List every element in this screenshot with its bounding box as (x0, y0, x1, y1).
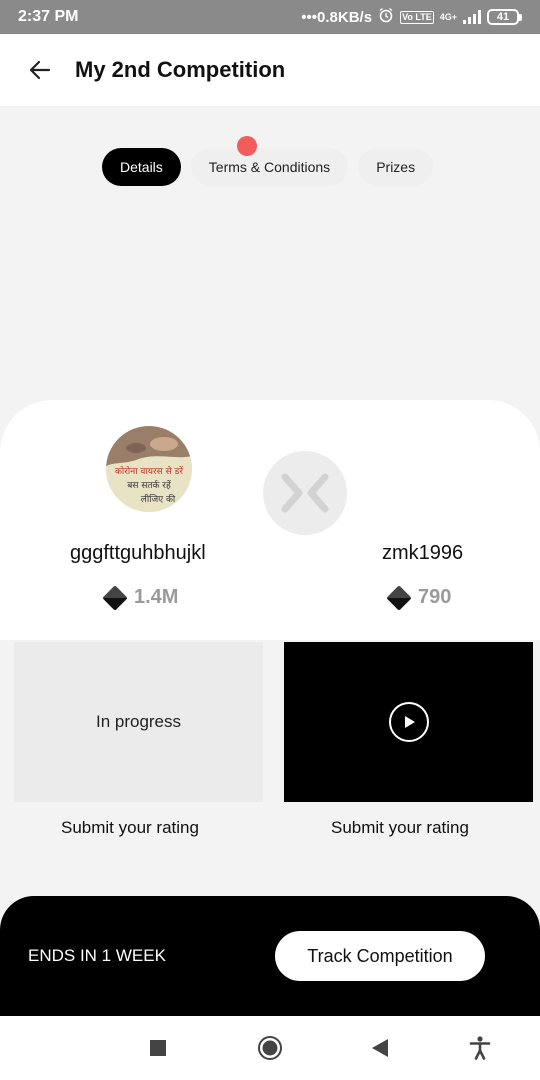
app-header: My 2nd Competition (0, 34, 540, 106)
notification-dot (237, 136, 257, 156)
competitor-right-name: zmk1996 (382, 542, 464, 564)
score-value: 1.4M (134, 586, 179, 608)
diamond-icon (386, 584, 412, 611)
status-bar: 2:37 PM •••0.8KB/s Vo LTE 4G+ 41 (0, 0, 540, 34)
tab-terms-conditions[interactable]: Terms & Conditions (190, 148, 349, 186)
competitor-right-score: 790 (386, 584, 452, 611)
status-icons: •••0.8KB/s Vo LTE 4G+ 41 (301, 7, 522, 27)
battery-level: 41 (487, 9, 519, 25)
competitors-card (0, 400, 540, 640)
signal-icon (463, 10, 481, 24)
battery-icon: 41 (487, 9, 522, 25)
submit-rating-right[interactable]: Submit your rating (331, 818, 469, 838)
tab-prizes[interactable]: Prizes (358, 148, 434, 186)
avatar-text-line-2: बस सतर्क रहें (127, 479, 171, 491)
avatar-text-line-1: कोरोना वायरस से डरें (115, 465, 183, 477)
diamond-icon (102, 584, 128, 611)
network-speed: •••0.8KB/s (301, 8, 373, 26)
status-time: 2:37 PM (18, 8, 79, 25)
tab-bar: Details Terms & Conditions Prizes (102, 148, 434, 186)
back-triangle-icon[interactable] (366, 1034, 394, 1062)
avatar-text-line-3: लीजिए की (141, 493, 176, 505)
competitor-left-name: gggfttguhbhujkl (70, 542, 206, 564)
track-competition-button[interactable]: Track Competition (275, 931, 485, 981)
recents-square-icon[interactable] (144, 1034, 172, 1062)
system-nav-bar (0, 1016, 540, 1080)
avatar[interactable]: कोरोना वायरस से डरें बस सतर्क रहें लीजिए… (106, 426, 192, 512)
play-icon[interactable] (388, 702, 429, 742)
submit-rating-left[interactable]: Submit your rating (61, 818, 199, 838)
entry-status: In progress (95, 712, 182, 731)
versus-icon (263, 451, 347, 535)
page-title: My 2nd Competition (75, 57, 286, 82)
entry-right-video[interactable] (284, 642, 533, 802)
ends-label: ENDS IN 1 WEEK (28, 946, 166, 965)
back-arrow-icon[interactable] (26, 56, 54, 84)
volte-icon: Vo LTE (400, 10, 434, 24)
home-circle-icon[interactable] (256, 1034, 284, 1062)
score-value: 790 (418, 586, 452, 608)
alarm-icon (378, 7, 394, 27)
network-type: 4G+ (439, 11, 457, 22)
accessibility-icon[interactable] (466, 1034, 494, 1062)
entry-left[interactable]: In progress (14, 642, 263, 802)
tab-details[interactable]: Details (102, 148, 181, 186)
competitor-left-score: 1.4M (102, 584, 179, 611)
